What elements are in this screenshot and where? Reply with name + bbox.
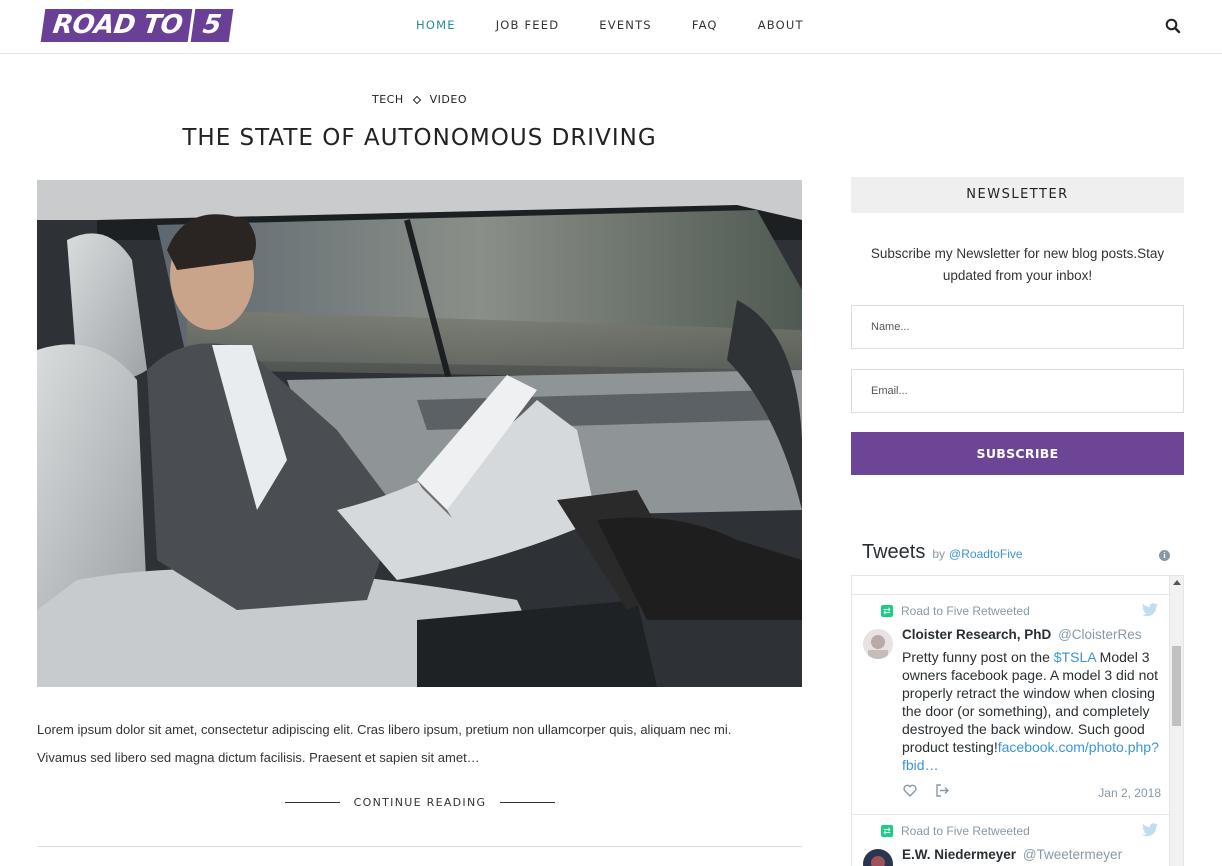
tweet-date[interactable]: Jan 2, 2018 — [1098, 786, 1161, 800]
retweet-label: Road to Five Retweeted — [901, 604, 1030, 618]
share-icon[interactable] — [935, 784, 949, 802]
nav-about[interactable]: ABOUT — [758, 18, 804, 32]
diamond-separator-icon — [412, 95, 421, 104]
nav-job-feed[interactable]: JOB FEED — [496, 18, 560, 32]
nav-events[interactable]: EVENTS — [599, 18, 652, 32]
excerpt-line: Vivamus sed libero sed magna dictum faci… — [37, 750, 480, 765]
twitter-bird-icon[interactable] — [1142, 823, 1158, 837]
continue-reading-label: CONTINUE READING — [353, 796, 487, 809]
author-name[interactable]: Cloister Research, PhD — [902, 627, 1051, 642]
tweet-author[interactable]: Cloister Research, PhD @CloisterRes — [902, 627, 1142, 642]
retweet-line: ⇄ Road to Five Retweeted — [881, 824, 1030, 838]
logo-number: 5 — [190, 9, 234, 42]
category-tech[interactable]: TECH — [372, 93, 404, 106]
tweets-title: Tweets — [862, 541, 926, 563]
subscribe-button[interactable]: SUBSCRIBE — [851, 432, 1184, 475]
site-header: ROAD TO 5 HOME JOB FEED EVENTS FAQ ABOUT — [0, 0, 1222, 54]
tweets-handle-link[interactable]: @RoadtoFive — [949, 547, 1023, 561]
category-video[interactable]: VIDEO — [430, 93, 467, 106]
email-field[interactable] — [851, 369, 1184, 413]
newsletter-desc-line: updated from your inbox! — [942, 268, 1093, 283]
info-icon[interactable]: i — [1159, 550, 1170, 561]
tweets-by: by — [932, 547, 946, 561]
post-featured-image[interactable] — [37, 180, 802, 687]
tweet-actions — [903, 784, 949, 802]
author-handle[interactable]: @CloisterRes — [1058, 627, 1141, 642]
name-field[interactable] — [851, 305, 1184, 349]
heart-icon[interactable] — [903, 784, 917, 802]
cashtag-link[interactable]: $TSLA — [1054, 649, 1096, 665]
tweet-text-part: Pretty funny post on the — [902, 649, 1054, 665]
timeline-scrollbar[interactable] — [1169, 576, 1183, 866]
nav-faq[interactable]: FAQ — [692, 18, 718, 32]
retweet-label: Road to Five Retweeted — [901, 824, 1030, 838]
post-excerpt: Lorem ipsum dolor sit amet, consectetur … — [37, 716, 802, 772]
tweet-item[interactable]: ⇄ Road to Five Retweeted Cloister Resear… — [852, 594, 1171, 814]
retweet-line: ⇄ Road to Five Retweeted — [881, 604, 1030, 618]
site-logo[interactable]: ROAD TO 5 — [40, 9, 234, 42]
author-handle[interactable]: @Tweetermeyer — [1023, 847, 1122, 862]
nav-home[interactable]: HOME — [416, 18, 456, 32]
retweet-icon: ⇄ — [881, 825, 893, 837]
retweet-icon: ⇄ — [881, 605, 893, 617]
scrollbar-thumb[interactable] — [1172, 646, 1181, 726]
logo-text: ROAD TO — [40, 9, 193, 42]
continue-reading-link[interactable]: CONTINUE READING — [285, 796, 555, 809]
newsletter-description: Subscribe my Newsletter for new blog pos… — [851, 243, 1184, 287]
divider-line — [500, 802, 555, 803]
newsletter-heading: NEWSLETTER — [851, 177, 1184, 213]
post-title[interactable]: THE STATE OF AUTONOMOUS DRIVING — [37, 125, 802, 151]
excerpt-line: Lorem ipsum dolor sit amet, consectetur … — [37, 722, 732, 737]
scroll-up-arrow-icon[interactable] — [1173, 580, 1181, 585]
divider-line — [285, 802, 340, 803]
tweet-author[interactable]: E.W. Niedermeyer @Tweetermeyer — [902, 847, 1122, 862]
main-nav: HOME JOB FEED EVENTS FAQ ABOUT — [416, 18, 844, 32]
post-divider — [37, 846, 802, 847]
avatar[interactable] — [863, 849, 893, 866]
newsletter-desc-line: Subscribe my Newsletter for new blog pos… — [870, 246, 1165, 261]
tweet-item[interactable]: ⇄ Road to Five Retweeted E.W. Niedermeye… — [852, 814, 1171, 866]
tweets-header: Tweets by @RoadtoFive — [862, 541, 1023, 564]
post-categories: TECH VIDEO — [372, 93, 467, 106]
author-name[interactable]: E.W. Niedermeyer — [902, 847, 1016, 862]
tweets-timeline[interactable]: ⇄ Road to Five Retweeted Cloister Resear… — [851, 575, 1184, 866]
search-icon[interactable] — [1165, 18, 1181, 34]
tweet-text: Pretty funny post on the $TSLA Model 3 o… — [902, 648, 1160, 774]
twitter-bird-icon[interactable] — [1142, 603, 1158, 617]
avatar[interactable] — [863, 629, 893, 659]
